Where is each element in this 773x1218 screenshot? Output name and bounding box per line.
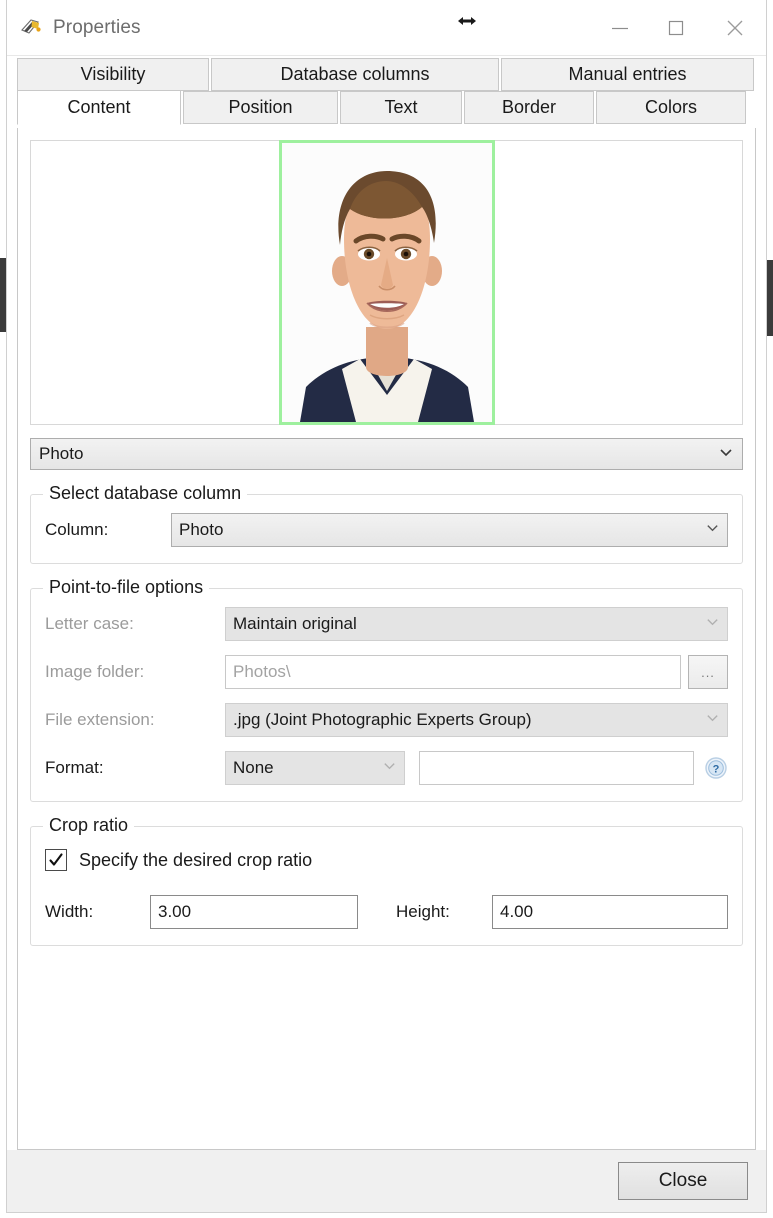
height-input[interactable]: 4.00 — [492, 895, 728, 929]
letter-case-combo[interactable]: Maintain original — [225, 607, 728, 641]
portrait-photo[interactable] — [281, 143, 492, 422]
tab-visibility[interactable]: Visibility — [17, 58, 209, 91]
chevron-down-icon — [382, 758, 397, 778]
format-text-input[interactable] — [419, 751, 694, 785]
chevron-down-icon — [705, 710, 720, 730]
point-to-file-options-group: Point-to-file options Letter case: Maint… — [30, 577, 743, 802]
title-bar: Properties — [7, 0, 766, 56]
column-value: Photo — [179, 520, 224, 539]
crop-ratio-checkbox[interactable] — [45, 849, 67, 871]
tab-content[interactable]: Content — [17, 90, 181, 125]
crop-ratio-checkbox-label: Specify the desired crop ratio — [79, 849, 313, 870]
svg-text:?: ? — [713, 763, 720, 775]
tab-database-columns[interactable]: Database columns — [211, 58, 499, 91]
letter-case-value: Maintain original — [233, 614, 357, 633]
content-type-combo[interactable]: Photo — [30, 438, 743, 470]
tab-label: Border — [501, 97, 557, 117]
height-label: Height: — [396, 902, 450, 921]
tab-row-bottom: Content Position Text Border Colors — [17, 90, 756, 125]
file-extension-row: File extension: .jpg (Joint Photographic… — [45, 701, 728, 739]
crop-ratio-group: Crop ratio Specify the desired crop rati… — [30, 815, 743, 946]
maximize-button[interactable] — [648, 0, 704, 55]
column-label: Column: — [45, 520, 109, 539]
crop-ratio-checkbox-row[interactable]: Specify the desired crop ratio — [45, 843, 728, 877]
browse-label: ... — [701, 664, 715, 680]
app-logo-icon — [19, 16, 43, 40]
tab-border[interactable]: Border — [464, 91, 594, 124]
tab-row-top: Visibility Database columns Manual entri… — [17, 58, 756, 91]
column-row: Column: Photo — [45, 511, 728, 549]
tab-label: Database columns — [280, 64, 430, 84]
column-combo[interactable]: Photo — [171, 513, 728, 547]
browse-folder-button[interactable]: ... — [688, 655, 728, 689]
crop-ratio-values-row: Width: 3.00 Height: 4.00 — [45, 893, 728, 931]
letter-case-label: Letter case: — [45, 614, 134, 633]
tab-strip: Visibility Database columns Manual entri… — [7, 56, 766, 128]
height-value: 4.00 — [500, 902, 534, 921]
format-row: Format: None ? — [45, 749, 728, 787]
tab-label: Manual entries — [568, 64, 687, 84]
tab-label: Visibility — [80, 64, 146, 84]
width-label: Width: — [45, 902, 94, 921]
group-title: Select database column — [43, 483, 248, 504]
file-extension-value: .jpg (Joint Photographic Experts Group) — [233, 710, 532, 729]
tab-label: Colors — [644, 97, 697, 117]
dialog-footer: Close — [7, 1150, 766, 1212]
tab-position[interactable]: Position — [183, 91, 338, 124]
file-extension-label: File extension: — [45, 710, 155, 729]
letter-case-row: Letter case: Maintain original — [45, 605, 728, 643]
image-folder-placeholder: Photos\ — [233, 662, 291, 681]
properties-dialog: Properties Visibility Database columns M… — [6, 0, 767, 1213]
check-icon — [49, 853, 63, 866]
format-combo[interactable]: None — [225, 751, 405, 785]
tab-label: Text — [384, 97, 418, 117]
select-database-column-group: Select database column Column: Photo — [30, 483, 743, 564]
tab-label: Position — [228, 97, 293, 117]
window-title: Properties — [53, 16, 141, 38]
tab-text[interactable]: Text — [340, 91, 462, 124]
image-folder-row: Image folder: Photos\ ... — [45, 653, 728, 691]
help-icon[interactable]: ? — [704, 756, 728, 780]
image-folder-input[interactable]: Photos\ — [225, 655, 681, 689]
close-button[interactable] — [704, 0, 766, 55]
tab-label: Content — [67, 97, 131, 117]
close-dialog-button[interactable]: Close — [618, 1162, 748, 1200]
width-input[interactable]: 3.00 — [150, 895, 358, 929]
format-value: None — [233, 758, 274, 777]
width-value: 3.00 — [158, 902, 192, 921]
content-type-value: Photo — [39, 444, 84, 463]
group-title: Point-to-file options — [43, 577, 210, 598]
window-controls — [592, 0, 766, 55]
photo-preview[interactable] — [30, 140, 743, 425]
tab-colors[interactable]: Colors — [596, 91, 746, 124]
file-extension-combo[interactable]: .jpg (Joint Photographic Experts Group) — [225, 703, 728, 737]
format-label: Format: — [45, 758, 104, 777]
image-folder-label: Image folder: — [45, 662, 145, 681]
content-tab-panel: Photo Select database column Column: Pho… — [17, 128, 756, 1150]
group-title: Crop ratio — [43, 815, 135, 836]
horizontal-resize-cursor — [456, 13, 478, 29]
tab-manual-entries[interactable]: Manual entries — [501, 58, 754, 91]
chevron-down-icon — [705, 520, 720, 540]
minimize-button[interactable] — [592, 0, 648, 55]
close-label: Close — [658, 1170, 708, 1191]
chevron-down-icon — [705, 614, 720, 634]
chevron-down-icon — [718, 444, 734, 465]
